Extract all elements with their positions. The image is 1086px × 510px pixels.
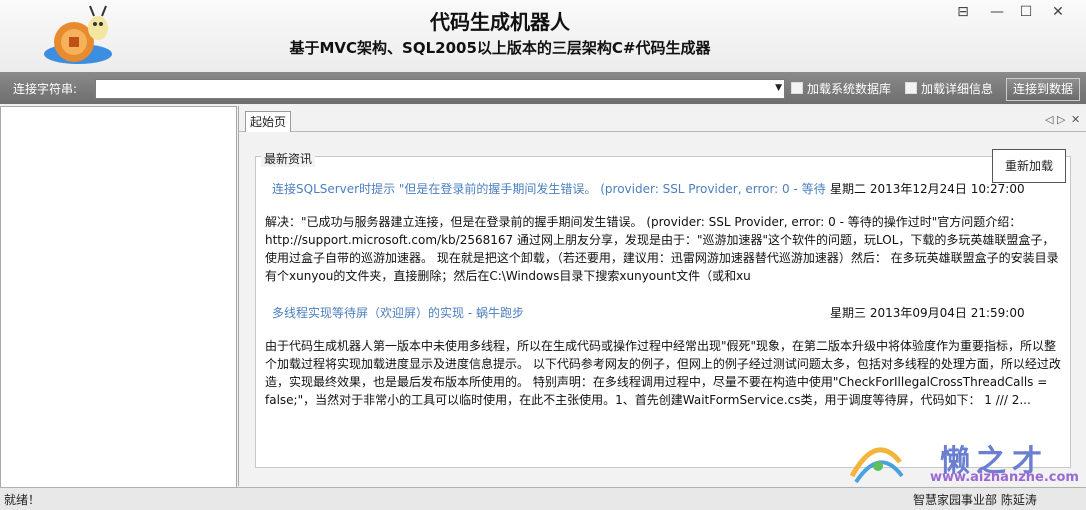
watermark-url: www.aizhanzhe.com — [930, 470, 1079, 485]
connect-button[interactable]: 连接到数据 — [1006, 78, 1080, 101]
tab-close-icon[interactable]: ✕ — [1071, 113, 1080, 126]
tab-strip-divider — [238, 131, 1086, 132]
app-title: 代码生成机器人 — [430, 10, 570, 34]
connection-string-input[interactable] — [96, 80, 772, 98]
news-item-date: 星期三 2013年09月04日 21:59:00 — [830, 306, 1025, 320]
news-item-title-link[interactable]: 多线程实现等待屏（欢迎屏）的实现 - 蜗牛跑步 — [272, 304, 826, 321]
news-item-title-link[interactable]: 连接SQLServer时提示 "但是在登录前的握手期间发生错误。 (provid… — [272, 180, 826, 197]
load-detail-label: 加载详细信息 — [921, 82, 994, 96]
dropdown-arrow-icon[interactable]: ▼ — [775, 83, 782, 93]
news-groupbox-title: 最新资讯 — [261, 150, 316, 167]
maximize-icon[interactable]: ☐ — [1013, 3, 1039, 21]
reload-button[interactable]: 重新加载 — [992, 149, 1066, 183]
database-tree-panel[interactable] — [0, 106, 237, 488]
app-subtitle: 基于MVC架构、SQL2005以上版本的三层架构C#代码生成器 — [289, 39, 711, 57]
window-menu-icon[interactable]: ⊟ — [950, 3, 976, 21]
tab-prev-icon[interactable]: ◁ — [1045, 113, 1053, 126]
status-text: 就绪！ — [4, 493, 41, 507]
tab-next-icon[interactable]: ▷ — [1057, 113, 1065, 126]
news-item-date: 星期二 2013年12月24日 10:27:00 — [830, 182, 1025, 196]
minimize-icon[interactable]: — — [984, 3, 1010, 21]
connection-string-label: 连接字符串: — [13, 82, 78, 96]
news-item-summary: 解决："已成功与服务器建立连接，但是在登录前的握手期间发生错误。 (provid… — [265, 215, 1059, 283]
news-item-summary: 由于代码生成机器人第一版本中未使用多线程，所以在生成代码或操作过程中经常出现"假… — [265, 339, 1061, 407]
load-system-db-checkbox[interactable] — [791, 82, 803, 94]
tab-start-page[interactable]: 起始页 — [245, 111, 291, 132]
author-label: 智慧家园事业部 陈延涛 — [913, 493, 1037, 507]
close-window-icon[interactable]: ✕ — [1045, 3, 1071, 21]
load-system-db-label: 加载系统数据库 — [807, 82, 892, 96]
watermark-logo-icon — [849, 447, 904, 484]
connection-string-combobox[interactable]: ▼ — [95, 79, 785, 99]
load-detail-checkbox[interactable] — [905, 82, 917, 94]
